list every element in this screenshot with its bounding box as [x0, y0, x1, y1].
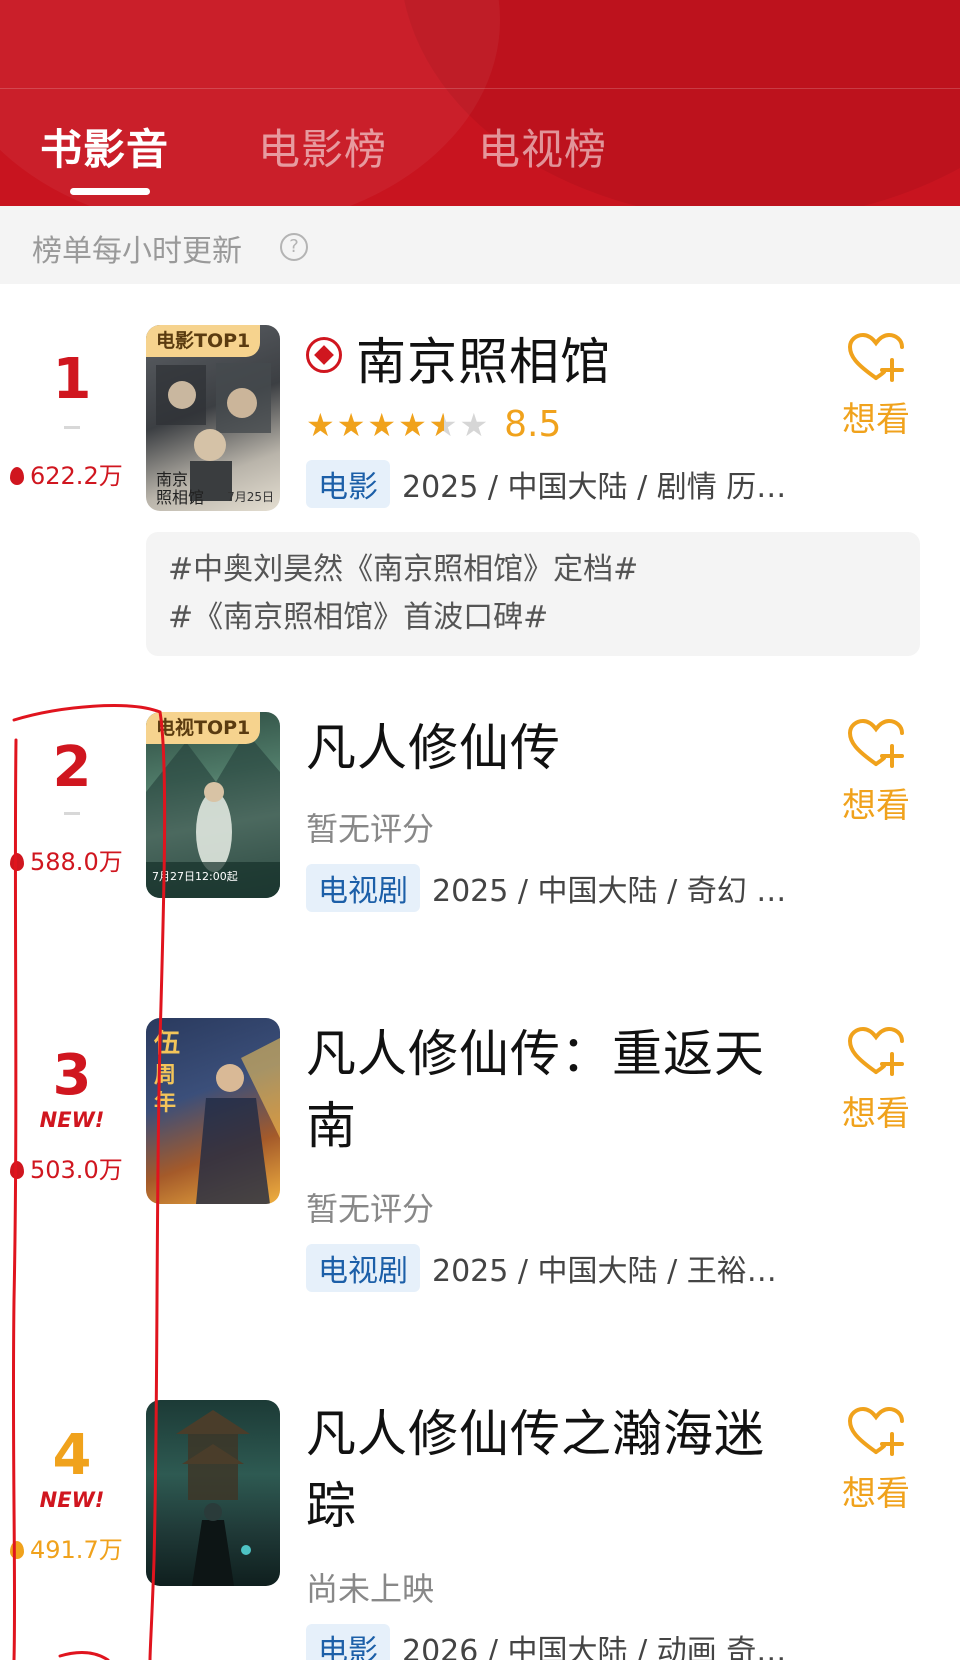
- item-title[interactable]: 凡人修仙传之瀚海迷 踪: [306, 1398, 765, 1542]
- poster-art: 伍 周 年: [154, 1029, 280, 1204]
- flame-icon: [10, 467, 24, 485]
- want-to-watch-button[interactable]: 想看: [826, 718, 926, 827]
- rank-number: 3: [52, 1043, 92, 1108]
- heat-value: 588.0万: [10, 842, 140, 877]
- svg-text:照相馆: 照相馆: [156, 488, 204, 507]
- heart-plus-icon: [846, 332, 906, 384]
- poster-rank-badge: 电影TOP1: [146, 325, 261, 357]
- title-line: 凡人修仙传之瀚海迷: [306, 1405, 765, 1463]
- new-badge: NEW!: [39, 1108, 105, 1132]
- flame-icon: [10, 1541, 24, 1559]
- rating-status: 暂无评分: [306, 810, 435, 848]
- poster-image[interactable]: [146, 1400, 280, 1586]
- want-to-watch-button[interactable]: 想看: [826, 1406, 926, 1515]
- rating-status: 暂无评分: [306, 1190, 435, 1228]
- rating-row: ★★★★★★★ 8.5: [306, 404, 561, 445]
- poster-image[interactable]: 7月27日12:00起 电视TOP1: [146, 712, 280, 898]
- header-divider: [0, 88, 960, 89]
- svg-text:周: 周: [154, 1062, 176, 1088]
- meta-text: 2025 / 中国大陆 / 剧情 历…: [402, 470, 787, 505]
- item-meta: 电视剧 2025 / 中国大陆 / 奇幻 …: [306, 864, 786, 912]
- item-title-text: 南京照相馆: [356, 333, 611, 391]
- flame-icon: [10, 1161, 24, 1179]
- tab-books-movies-music[interactable]: 书影音: [40, 122, 169, 178]
- want-label: 想看: [842, 786, 910, 826]
- want-to-watch-button[interactable]: 想看: [826, 332, 926, 441]
- type-tag: 电视剧: [306, 864, 420, 912]
- meta-text: 2025 / 中国大陆 / 王裕…: [432, 1254, 777, 1289]
- heat-number: 491.7万: [30, 1536, 123, 1564]
- ticket-icon: [306, 337, 342, 373]
- rank-change-indicator: [64, 426, 80, 429]
- meta-text: 2026 / 中国大陆 / 动画 奇…: [402, 1634, 787, 1660]
- rank-number: 4: [52, 1423, 92, 1488]
- hashtag-link[interactable]: #《南京照相馆》首波口碑#: [168, 594, 898, 642]
- title-line: 南: [306, 1097, 357, 1155]
- item-title[interactable]: 南京照相馆: [306, 326, 611, 398]
- rank-number: 1: [52, 347, 92, 412]
- type-tag: 电视剧: [306, 1244, 420, 1292]
- heat-number: 503.0万: [30, 1156, 123, 1184]
- flame-icon: [10, 853, 24, 871]
- heart-plus-icon: [846, 1026, 906, 1078]
- hashtag-box: #中奥刘昊然《南京照相馆》定档# #《南京照相馆》首波口碑#: [146, 532, 920, 656]
- heat-value: 491.7万: [10, 1530, 140, 1565]
- item-title[interactable]: 凡人修仙传：重返天 南: [306, 1018, 765, 1162]
- title-line: 踪: [306, 1477, 357, 1535]
- new-badge: NEW!: [39, 1488, 105, 1512]
- title-line: 凡人修仙传：重返天: [306, 1025, 765, 1083]
- active-tab-indicator: [70, 188, 150, 195]
- want-label: 想看: [842, 400, 910, 440]
- svg-text:年: 年: [154, 1090, 176, 1116]
- poster-image[interactable]: 南京 照相馆 电影TOP1 7月25日: [146, 325, 280, 511]
- poster-date: 7月25日: [227, 490, 274, 504]
- rating-score: 8.5: [504, 404, 562, 445]
- item-meta: 电影 2026 / 中国大陆 / 动画 奇…: [306, 1624, 786, 1660]
- want-label: 想看: [842, 1474, 910, 1514]
- type-tag: 电影: [306, 1624, 390, 1660]
- meta-text: 2025 / 中国大陆 / 奇幻 …: [432, 874, 787, 909]
- poster-rank-badge: 电视TOP1: [146, 712, 261, 744]
- tab-movie-chart[interactable]: 电影榜: [258, 122, 387, 178]
- hashtag-link[interactable]: #中奥刘昊然《南京照相馆》定档#: [168, 546, 898, 594]
- svg-text:伍: 伍: [154, 1029, 180, 1059]
- heart-plus-icon: [846, 718, 906, 770]
- heart-plus-icon: [846, 1406, 906, 1458]
- type-tag: 电影: [306, 460, 390, 508]
- rating-status: 尚未上映: [306, 1570, 435, 1608]
- rank-change-indicator: [64, 812, 80, 815]
- star-rating: ★★★★★★★: [306, 405, 491, 444]
- item-title[interactable]: 凡人修仙传: [306, 712, 561, 784]
- item-meta: 电视剧 2025 / 中国大陆 / 王裕…: [306, 1244, 777, 1292]
- want-to-watch-button[interactable]: 想看: [826, 1026, 926, 1135]
- heat-number: 622.2万: [30, 462, 123, 490]
- heat-value: 503.0万: [10, 1150, 140, 1185]
- heat-number: 588.0万: [30, 848, 123, 876]
- top-header: 书影音 电影榜 电视榜: [0, 0, 960, 206]
- update-frequency-text: 榜单每小时更新: [32, 234, 242, 269]
- chart-update-bar: 榜单每小时更新: [0, 206, 960, 284]
- poster-art: [176, 1410, 251, 1586]
- item-meta: 电影 2025 / 中国大陆 / 剧情 历…: [306, 460, 786, 508]
- want-label: 想看: [842, 1094, 910, 1134]
- tab-tv-chart[interactable]: 电视榜: [478, 122, 607, 178]
- heat-value: 622.2万: [10, 456, 140, 491]
- svg-text:南京: 南京: [156, 470, 188, 489]
- poster-image[interactable]: 伍 周 年: [146, 1018, 280, 1204]
- svg-text:7月27日12:00起: 7月27日12:00起: [152, 870, 238, 883]
- help-icon[interactable]: ?: [280, 233, 308, 261]
- rank-number: 2: [52, 735, 92, 800]
